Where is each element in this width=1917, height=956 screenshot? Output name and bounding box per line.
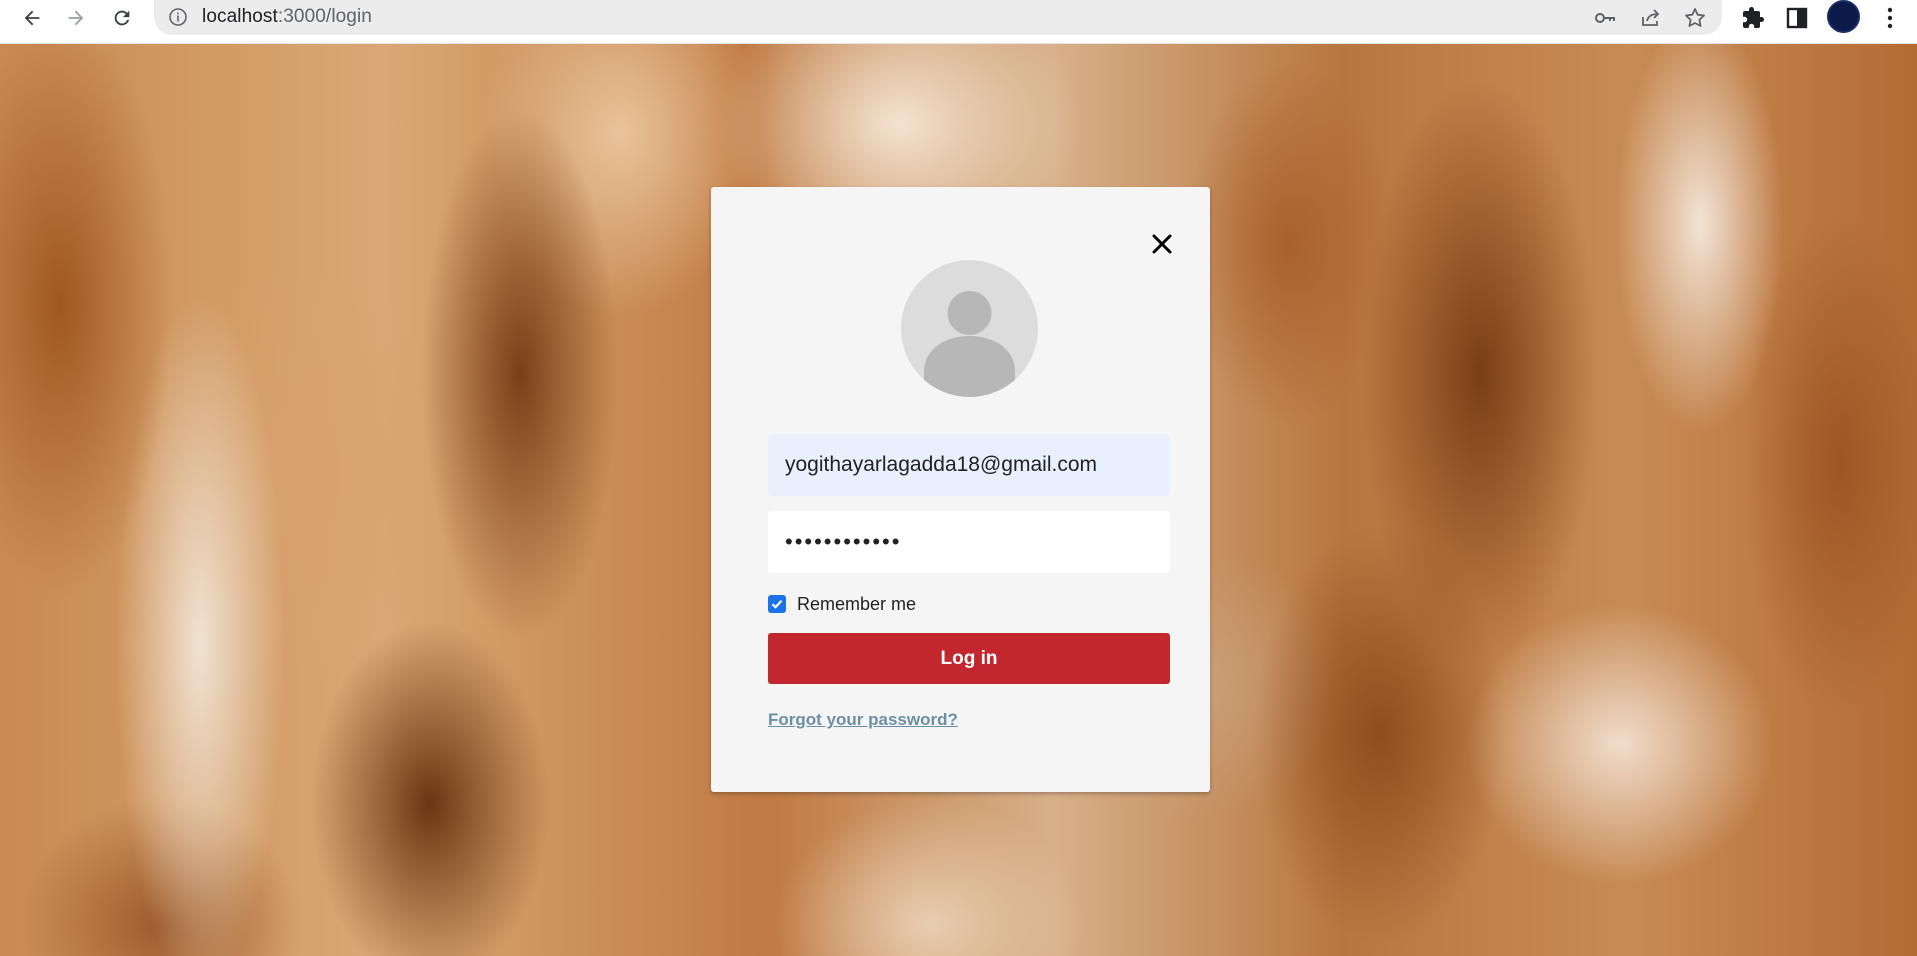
url-text[interactable]: localhost:3000/login [202,7,372,27]
side-panel-icon[interactable] [1781,2,1813,34]
extensions-icon[interactable] [1737,2,1769,34]
more-vert-icon[interactable] [1874,2,1906,34]
forward-arrow-icon[interactable] [60,2,92,34]
login-modal: yogithayarlagadda18@gmail.com ••••••••••… [711,187,1210,792]
remember-me-label: Remember me [797,593,917,614]
share-icon[interactable] [1638,5,1664,31]
browser-toolbar: localhost:3000/login [0,0,1917,44]
forgot-password-link[interactable]: Forgot your password? [768,710,958,730]
profile-avatar[interactable] [1827,0,1860,33]
remember-me-checkbox[interactable] [768,595,786,613]
close-icon[interactable] [1147,229,1177,259]
check-icon [771,599,783,609]
login-button[interactable]: Log in [768,633,1170,684]
address-bar[interactable]: localhost:3000/login [154,0,1722,35]
remember-me-row[interactable]: Remember me [768,592,916,616]
info-icon[interactable] [168,7,188,27]
url-path: :3000/login [277,6,372,27]
url-host: localhost [202,6,278,27]
email-field[interactable]: yogithayarlagadda18@gmail.com [768,434,1170,496]
star-icon[interactable] [1682,5,1708,31]
key-icon[interactable] [1592,5,1618,31]
blurred-background-image: yogithayarlagadda18@gmail.com ••••••••••… [0,44,1917,956]
back-arrow-icon[interactable] [16,2,48,34]
user-avatar-icon [901,260,1038,397]
password-field[interactable]: •••••••••••• [768,511,1170,573]
reload-icon[interactable] [106,2,138,34]
